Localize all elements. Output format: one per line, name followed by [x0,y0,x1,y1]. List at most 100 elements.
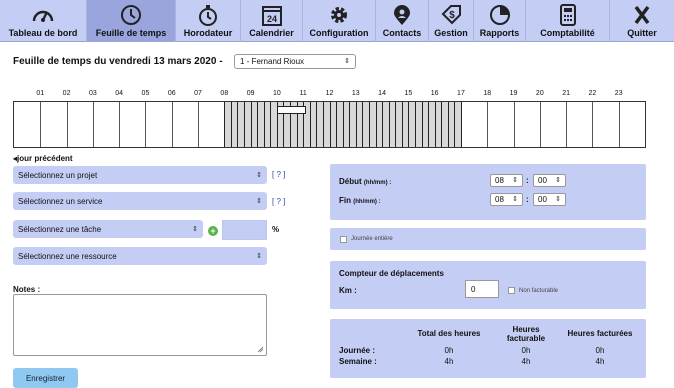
quarter-tick [375,102,377,147]
updown-chevron-icon: ⇕ [256,197,262,205]
end-minute-select[interactable]: 00 ⇕ [533,193,566,206]
quarter-tick [441,102,443,147]
start-minute-value: 00 [538,176,547,185]
quarter-tick [230,102,232,147]
calculator-icon [559,4,576,26]
hour-tick [487,102,489,147]
nav-quitter[interactable]: Quitter [610,0,674,42]
page-title: Feuille de temps du vendredi 13 mars 202… [13,56,223,67]
updown-chevron-icon: ⇕ [555,177,561,184]
hour-tick [539,102,541,147]
nav-label: Feuille de temps [95,28,167,38]
start-label: Début (hh/mm) : [339,177,391,186]
timeline-hour-labels: 01 02 03 04 05 06 07 08 09 10 11 12 13 14 15 16 17 18 19 20… [13,90,646,100]
hour-tick [224,102,226,147]
end-label: Fin (hh/mm) : [339,196,381,205]
nav-horodateur[interactable]: Horodateur [176,0,241,42]
time-separator: : [526,195,529,204]
hour-label: 18 [483,90,492,97]
nav-calendrier[interactable]: 24 Calendrier [241,0,303,42]
resize-grip-icon[interactable] [257,346,264,353]
updown-chevron-icon: ⇕ [256,252,262,260]
nav-feuille-de-temps[interactable]: Feuille de temps [87,0,176,42]
nav-rapports[interactable]: Rapports [474,0,526,42]
start-minute-select[interactable]: 00 ⇕ [533,174,566,187]
nav-label: Horodateur [183,28,233,38]
header-billable-hours: Heures facturable [506,325,546,343]
hour-tick [171,102,173,147]
end-hour-select[interactable]: 08 ⇕ [490,193,523,206]
quarter-tick [349,102,351,147]
week-billable: 4h [521,357,531,366]
employee-value: 1 - Fernand Rioux [240,57,305,66]
timeline[interactable] [13,101,646,148]
service-help-link[interactable]: [ ? ] [272,197,285,206]
hour-label: 23 [614,90,623,97]
updown-chevron-icon: ⇕ [512,177,518,184]
km-label: Km : [339,286,357,295]
quarter-tick [322,102,324,147]
updown-chevron-icon: ⇕ [555,196,561,203]
week-total: 4h [444,357,454,366]
end-label-text: Fin [339,196,351,205]
quarter-tick [263,102,265,147]
updown-chevron-icon: ⇕ [344,58,350,65]
close-x-icon [634,5,650,25]
dollar-tag-icon: $ [441,5,461,25]
end-minute-value: 00 [538,195,547,204]
nav-contacts[interactable]: Contacts [376,0,429,42]
hour-tick [92,102,94,147]
service-select[interactable]: Sélectionnez un service ⇕ [13,192,267,210]
start-hour-select[interactable]: 08 ⇕ [490,174,523,187]
hour-label: 11 [299,90,307,97]
nav-tableau-de-bord[interactable]: Tableau de bord [0,0,87,42]
percent-input[interactable] [222,220,267,240]
km-input[interactable]: 0 [465,280,499,298]
quarter-tick [368,102,370,147]
nav-comptabilite[interactable]: Comptabilité [526,0,610,42]
resource-select-value: Sélectionnez une ressource [18,251,117,261]
nav-label: Quitter [627,28,657,38]
quarter-tick [342,102,344,147]
full-day-panel: Journée entière [330,228,646,250]
hour-label: 22 [588,90,597,97]
save-button[interactable]: Enregistrer [13,368,78,388]
hour-label: 15 [404,90,413,97]
add-task-icon[interactable]: + [208,226,218,236]
project-help-link[interactable]: [ ? ] [272,170,285,179]
notes-textarea[interactable] [13,294,267,356]
nav-configuration[interactable]: Configuration [303,0,376,42]
hour-tick [382,102,384,147]
quarter-tick [309,102,311,147]
quarter-tick [447,102,449,147]
previous-day-link[interactable]: ◂jour précédent [13,154,73,163]
quarter-tick [414,102,416,147]
current-time-slot[interactable] [276,106,306,114]
resource-select[interactable]: Sélectionnez une ressource ⇕ [13,247,267,265]
header-total-hours: Total des heures [417,329,481,338]
full-day-checkbox[interactable] [340,236,347,243]
quarter-tick [428,102,430,147]
project-select[interactable]: Sélectionnez un projet ⇕ [13,166,267,184]
quarter-tick [257,102,259,147]
task-select[interactable]: Sélectionnez une tâche ⇕ [13,220,203,238]
previous-day-label: jour précédent [17,154,73,163]
stopwatch-icon [199,5,217,26]
hour-tick [145,102,147,147]
task-select-value: Sélectionnez une tâche [18,224,102,234]
gauge-icon [32,10,54,22]
hour-label: 05 [141,90,150,97]
quarter-tick [362,102,364,147]
project-select-value: Sélectionnez un projet [18,170,98,180]
nav-gestion[interactable]: $ Gestion [429,0,474,42]
nav-label: Configuration [309,28,369,38]
hour-tick [408,102,410,147]
full-day-label: Journée entière [351,236,393,242]
non-billable-checkbox[interactable] [508,287,515,294]
hour-tick [355,102,357,147]
employee-select[interactable]: 1 - Fernand Rioux ⇕ [234,54,356,69]
hour-tick [40,102,42,147]
nav-label: Calendrier [249,28,294,38]
calendar-day: 24 [266,14,276,24]
day-billable: 0h [521,346,531,355]
